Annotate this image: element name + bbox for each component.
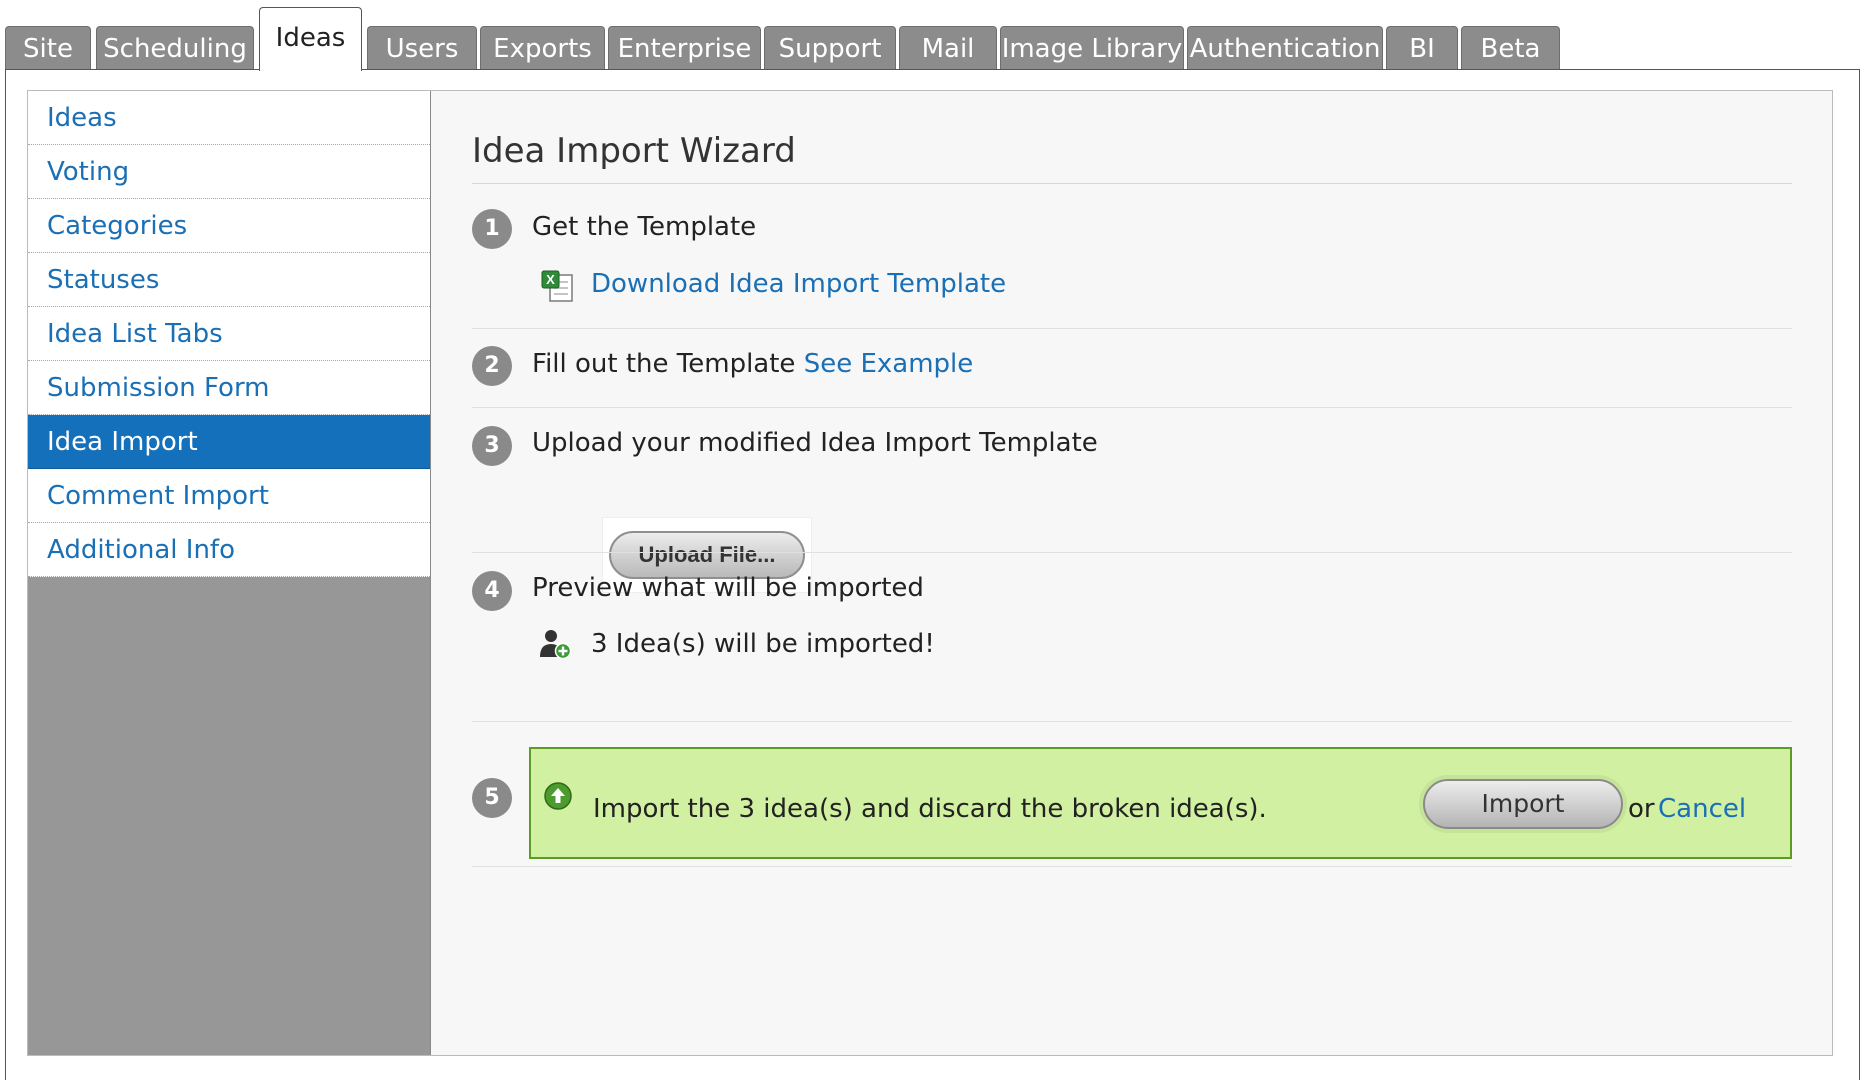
- step-2-badge: 2: [472, 346, 512, 386]
- tab-users[interactable]: Users: [367, 26, 477, 70]
- upload-arrow-icon: [543, 781, 573, 815]
- wizard-content: Idea Import Wizard 1 Get the Template X …: [432, 91, 1832, 1055]
- step-2-text: Fill out the Template: [532, 349, 796, 379]
- see-example-link[interactable]: See Example: [804, 349, 974, 379]
- content-panel: Ideas Voting Categories Statuses Idea Li…: [27, 90, 1833, 1056]
- step-3-badge: 3: [472, 426, 512, 466]
- import-count-text: 3 Idea(s) will be imported!: [591, 629, 935, 659]
- tab-scheduling[interactable]: Scheduling: [96, 26, 254, 70]
- tab-image-library[interactable]: Image Library: [1000, 26, 1184, 70]
- top-tab-bar: Site Scheduling Ideas Users Exports Ente…: [5, 7, 1860, 71]
- sidebar-item-categories[interactable]: Categories: [28, 199, 430, 253]
- divider: [472, 552, 1792, 553]
- divider: [472, 721, 1792, 722]
- step-3-label: Upload your modified Idea Import Templat…: [532, 428, 1098, 458]
- sidebar-item-voting[interactable]: Voting: [28, 145, 430, 199]
- tab-enterprise[interactable]: Enterprise: [608, 26, 761, 70]
- tab-bi[interactable]: BI: [1386, 26, 1458, 70]
- import-confirm-box: Import the 3 idea(s) and discard the bro…: [529, 747, 1792, 859]
- excel-file-icon: X: [540, 269, 574, 307]
- step-4-badge: 4: [472, 571, 512, 611]
- tab-mail[interactable]: Mail: [899, 26, 997, 70]
- or-text: or: [1628, 794, 1655, 824]
- upload-file-button[interactable]: Upload File...: [609, 531, 805, 579]
- add-user-icon: [538, 627, 574, 665]
- sidebar-item-statuses[interactable]: Statuses: [28, 253, 430, 307]
- sidebar-item-ideas[interactable]: Ideas: [28, 91, 430, 145]
- svg-text:X: X: [546, 272, 555, 287]
- divider: [472, 328, 1792, 329]
- sidebar: Ideas Voting Categories Statuses Idea Li…: [28, 91, 431, 1055]
- step-5-badge: 5: [472, 778, 512, 818]
- main-frame: Ideas Voting Categories Statuses Idea Li…: [5, 69, 1860, 1080]
- import-message: Import the 3 idea(s) and discard the bro…: [593, 794, 1267, 824]
- sidebar-item-additional-info[interactable]: Additional Info: [28, 523, 430, 577]
- step-4-label: Preview what will be imported: [532, 573, 924, 603]
- sidebar-item-comment-import[interactable]: Comment Import: [28, 469, 430, 523]
- download-template-link[interactable]: Download Idea Import Template: [591, 269, 1006, 299]
- divider: [472, 407, 1792, 408]
- cancel-link[interactable]: Cancel: [1658, 794, 1746, 824]
- tab-ideas[interactable]: Ideas: [259, 7, 362, 71]
- tab-authentication[interactable]: Authentication: [1187, 26, 1383, 70]
- import-button[interactable]: Import: [1423, 779, 1623, 829]
- sidebar-item-submission-form[interactable]: Submission Form: [28, 361, 430, 415]
- step-1-badge: 1: [472, 209, 512, 249]
- step-1-label: Get the Template: [532, 212, 757, 242]
- tab-support[interactable]: Support: [764, 26, 896, 70]
- divider: [472, 866, 1792, 867]
- sidebar-item-idea-list-tabs[interactable]: Idea List Tabs: [28, 307, 430, 361]
- tab-site[interactable]: Site: [5, 26, 91, 70]
- tab-exports[interactable]: Exports: [480, 26, 605, 70]
- sidebar-item-idea-import[interactable]: Idea Import: [28, 415, 430, 469]
- tab-beta[interactable]: Beta: [1461, 26, 1560, 70]
- step-2-label: Fill out the Template See Example: [532, 349, 973, 379]
- page-title: Idea Import Wizard: [472, 131, 1792, 184]
- sidebar-nav: Ideas Voting Categories Statuses Idea Li…: [28, 91, 430, 577]
